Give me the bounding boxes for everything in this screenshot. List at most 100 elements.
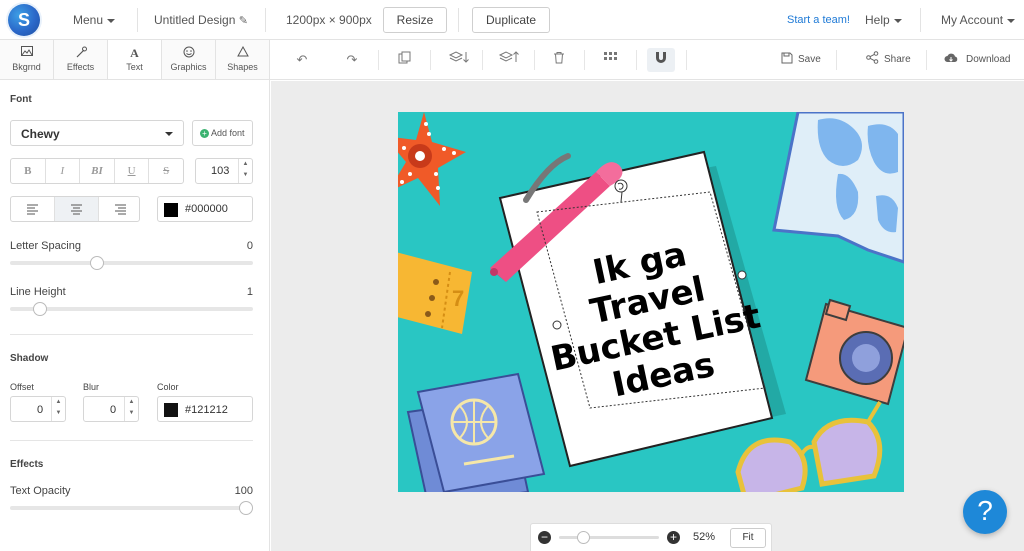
save-icon: [777, 50, 797, 70]
divider: [534, 50, 535, 70]
map-illustration[interactable]: [772, 112, 904, 264]
tab-graphics[interactable]: Graphics: [162, 40, 216, 79]
zoom-out-icon[interactable]: −: [538, 531, 551, 544]
camera-illustration[interactable]: [804, 298, 904, 406]
tab-label: Effects: [66, 62, 95, 72]
effects-section-title: Effects: [10, 459, 44, 470]
triangle-icon: [216, 45, 269, 60]
tab-label: Text: [126, 62, 143, 72]
chevron-down-icon: [165, 132, 173, 136]
align-center-icon[interactable]: [55, 197, 99, 221]
font-size-value: 103: [211, 165, 230, 177]
align-left-icon[interactable]: [11, 197, 55, 221]
help-button[interactable]: ?: [963, 490, 1007, 534]
tab-effects[interactable]: Effects: [54, 40, 108, 79]
shadow-offset-stepper[interactable]: ▲ ▼: [51, 397, 65, 421]
share-button[interactable]: Share: [884, 40, 911, 80]
divider: [458, 8, 459, 32]
add-font-button[interactable]: + Add font: [192, 120, 253, 146]
zoom-value: 52%: [693, 531, 716, 543]
slider-handle[interactable]: [239, 501, 253, 515]
letter-spacing-label: Letter Spacing: [10, 240, 81, 252]
divider: [137, 8, 138, 32]
bold-italic-button[interactable]: BI: [80, 159, 115, 183]
divider: [378, 50, 379, 70]
bold-button[interactable]: B: [11, 159, 46, 183]
chevron-down-icon: [107, 18, 116, 23]
save-button[interactable]: Save: [798, 40, 821, 80]
duplicate-button[interactable]: Duplicate: [472, 7, 550, 33]
send-backward-icon[interactable]: [446, 50, 472, 70]
strikethrough-button[interactable]: S: [149, 159, 183, 183]
help-dropdown[interactable]: Help: [865, 0, 902, 40]
cloud-download-icon: [941, 50, 961, 70]
shadow-color-picker[interactable]: #121212: [157, 396, 253, 422]
add-font-label: Add font: [211, 128, 245, 138]
shadow-blur-label: Blur: [83, 382, 100, 392]
design-name[interactable]: Untitled Design ✎: [154, 0, 248, 40]
top-bar: S Menu Untitled Design ✎ 1200px × 900px …: [0, 0, 1024, 40]
copy-icon[interactable]: [394, 50, 414, 70]
shadow-blur-input[interactable]: 0 ▲ ▼: [83, 396, 139, 422]
font-family-value: Chewy: [21, 127, 60, 141]
bring-forward-icon[interactable]: [496, 50, 522, 70]
editor-toolbar: ↶ ↷ Save Share Download: [270, 40, 1024, 80]
menu-label: Menu: [73, 13, 104, 27]
font-size-input[interactable]: 103 ▲ ▼: [195, 158, 253, 184]
divider: [836, 50, 837, 70]
tab-label: Shapes: [227, 62, 258, 72]
letter-spacing-slider[interactable]: [10, 256, 253, 270]
text-properties-panel: Font Chewy + Add font B I BI U S 103 ▲ ▼ …: [0, 80, 270, 551]
pencil-icon: ✎: [238, 15, 248, 27]
text-opacity-slider[interactable]: [10, 501, 253, 515]
magnet-icon[interactable]: [647, 48, 675, 72]
ticket-illustration[interactable]: 7: [398, 250, 472, 334]
divider: [482, 50, 483, 70]
resize-button[interactable]: Resize: [383, 7, 447, 33]
design-dimensions: 1200px × 900px: [286, 13, 372, 27]
font-color-picker[interactable]: #000000: [157, 196, 253, 222]
text-opacity-value: 100: [234, 485, 253, 497]
download-button[interactable]: Download: [966, 40, 1010, 80]
tab-shapes[interactable]: Shapes: [216, 40, 269, 79]
align-right-icon[interactable]: [99, 197, 142, 221]
redo-icon[interactable]: ↷: [342, 50, 362, 70]
shadow-offset-input[interactable]: 0 ▲ ▼: [10, 396, 66, 422]
image-icon: [0, 46, 53, 60]
zoom-bar: − + 52% Fit: [530, 523, 772, 551]
tab-background[interactable]: Bkgrnd: [0, 40, 54, 79]
account-dropdown[interactable]: My Account: [941, 0, 1016, 40]
trash-icon[interactable]: [549, 50, 569, 70]
help-label: Help: [865, 13, 890, 27]
passport-illustration[interactable]: [406, 372, 546, 492]
design-canvas[interactable]: 7 Ik ga Travel Bucket List Ideas: [398, 112, 904, 492]
slider-handle[interactable]: [90, 256, 104, 270]
zoom-slider[interactable]: [559, 531, 659, 544]
fit-button[interactable]: Fit: [730, 528, 766, 548]
divider: [636, 50, 637, 70]
grid-icon[interactable]: [600, 50, 620, 70]
starfish-illustration[interactable]: [398, 112, 466, 206]
tab-text[interactable]: A Text: [108, 40, 162, 79]
slider-handle[interactable]: [33, 302, 47, 316]
font-color-value: #000000: [185, 203, 228, 215]
plus-circle-icon: +: [200, 129, 209, 138]
underline-button[interactable]: U: [115, 159, 150, 183]
undo-icon[interactable]: ↶: [292, 50, 312, 70]
font-size-stepper[interactable]: ▲ ▼: [238, 159, 252, 183]
italic-button[interactable]: I: [46, 159, 81, 183]
font-family-select[interactable]: Chewy: [10, 120, 184, 146]
svg-text:7: 7: [452, 286, 464, 311]
zoom-in-icon[interactable]: +: [667, 531, 680, 544]
shadow-color-value: #121212: [185, 404, 228, 416]
font-section-title: Font: [10, 94, 32, 105]
line-height-slider[interactable]: [10, 302, 253, 316]
letter-spacing-value: 0: [246, 240, 253, 252]
start-team-link[interactable]: Start a team!: [787, 0, 850, 40]
slider-handle[interactable]: [577, 531, 590, 544]
canvas-artwork: 7 Ik ga Travel Bucket List Ideas: [398, 112, 904, 492]
app-logo[interactable]: S: [8, 4, 40, 36]
menu-dropdown[interactable]: Menu: [73, 0, 116, 40]
tab-label: Bkgrnd: [12, 62, 41, 72]
shadow-blur-stepper[interactable]: ▲ ▼: [124, 397, 138, 421]
